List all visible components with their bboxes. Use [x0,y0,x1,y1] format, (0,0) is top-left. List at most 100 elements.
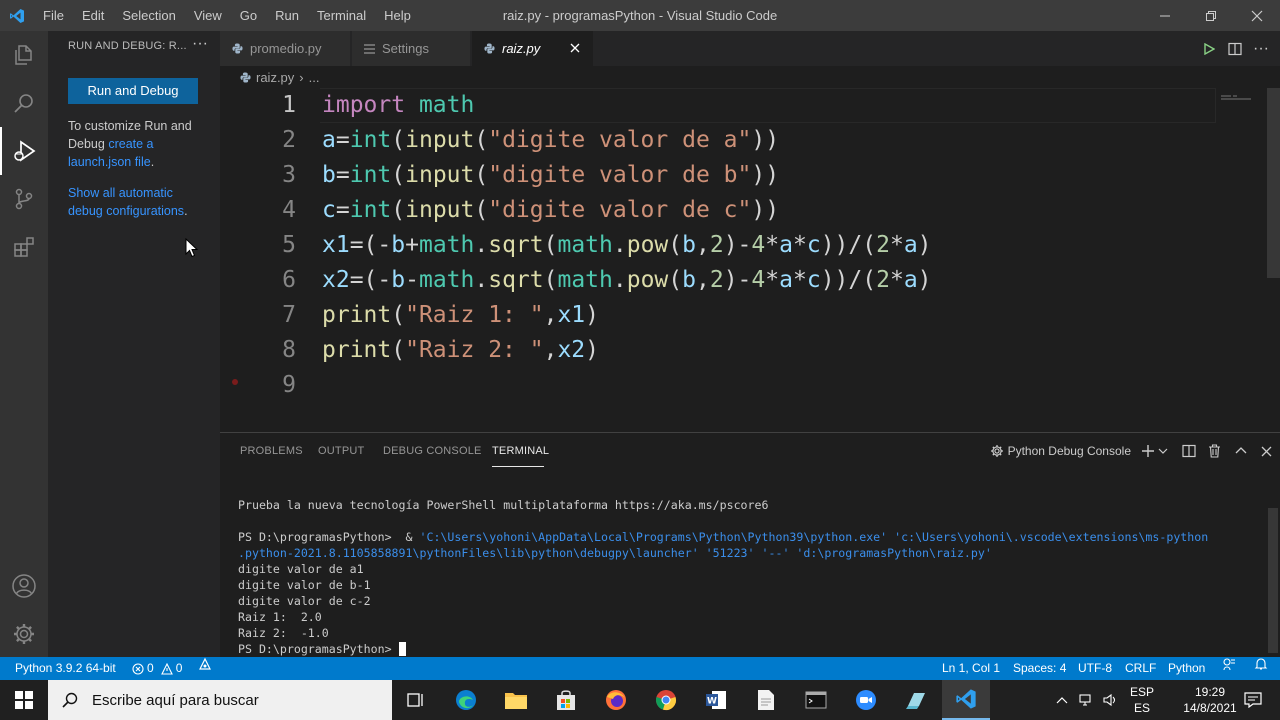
cursor-position[interactable]: Ln 1, Col 1 [942,657,1000,680]
line-number: 8 [282,337,296,363]
menu-edit[interactable]: Edit [73,0,113,31]
chrome-icon[interactable] [642,680,690,720]
menu-selection[interactable]: Selection [113,0,184,31]
split-terminal-icon[interactable] [1182,444,1196,458]
terminal-line: Raiz 1: 2.0 [238,610,322,624]
extensions-icon[interactable] [0,223,48,271]
restore-icon[interactable] [1188,0,1234,31]
vscode-taskbar-icon[interactable] [942,680,990,720]
tab-problems[interactable]: PROBLEMS [240,445,303,457]
search-icon[interactable] [0,79,48,127]
tab-raiz[interactable]: raiz.py [472,31,593,66]
search-icon [62,692,78,708]
document-app-icon[interactable] [742,680,790,720]
terminal-output[interactable]: Prueba la nueva tecnología PowerShell mu… [238,497,1266,657]
edge-browser-icon[interactable] [442,680,490,720]
menu-help[interactable]: Help [375,0,420,31]
chevron-down-icon[interactable] [1158,446,1168,456]
python-interpreter[interactable]: Python 3.9.2 64-bit [15,657,116,680]
tab-promedio[interactable]: promedio.py [220,31,351,66]
breadcrumb-file[interactable]: raiz.py [256,70,294,85]
terminal-prompt: PS D:\programasPython> & [238,530,420,544]
close-window-icon[interactable] [1234,0,1280,31]
menu-run[interactable]: Run [266,0,308,31]
split-editor-icon[interactable] [1222,36,1248,62]
menu-file[interactable]: File [34,0,73,31]
maximize-panel-icon[interactable] [1235,445,1247,457]
tab-raiz-label: raiz.py [502,41,541,56]
network-icon[interactable] [1075,680,1099,720]
word-icon[interactable]: W [692,680,740,720]
title-bar: File Edit Selection View Go Run Terminal… [0,0,1280,31]
line-endings[interactable]: CRLF [1125,657,1156,680]
minimize-icon[interactable] [1142,0,1188,31]
run-file-icon[interactable] [1196,36,1222,62]
more-actions-icon[interactable]: ··· [1248,36,1274,62]
line-code: import math [322,92,475,118]
trash-icon[interactable] [1208,444,1221,458]
warning-icon [160,662,173,675]
tab-debug-console[interactable]: DEBUG CONSOLE [383,445,482,457]
code-line: 6 x2=(-b-math.sqrt(math.pow(b,2)-4*a*c))… [220,263,1260,298]
action-center-icon[interactable] [1235,680,1271,720]
terminal-line: digite valor de c-2 [238,594,371,608]
language-indicator[interactable]: ESP ES [1127,684,1157,716]
code-line: 1 import math [220,88,1260,123]
code-editor[interactable]: 1 import math 2 a=int(input("digite valo… [220,88,1280,432]
line-number: 1 [282,92,296,118]
more-actions-icon[interactable]: ··· [188,34,212,58]
zoom-icon[interactable] [842,680,890,720]
problems-status[interactable]: 0 0 [132,657,182,680]
line-number: 3 [282,162,296,188]
new-terminal-icon[interactable] [1141,444,1155,458]
sidebar-title: RUN AND DEBUG: R... [68,40,187,52]
language-mode[interactable]: Python [1168,657,1205,680]
close-tab-icon[interactable] [570,41,580,56]
terminal-scrollbar[interactable] [1268,508,1278,653]
vscode-logo-icon [0,0,34,31]
task-view-icon[interactable] [392,680,440,720]
close-panel-icon[interactable] [1261,446,1272,457]
line-number: 4 [282,197,296,223]
volume-icon[interactable] [1099,680,1123,720]
show-automatic-configs-link[interactable]: Show all automatic debug configurations [68,186,184,218]
source-control-icon[interactable] [0,175,48,223]
menu-terminal[interactable]: Terminal [308,0,375,31]
menu-go[interactable]: Go [231,0,266,31]
feedback-icon[interactable] [1222,657,1236,671]
line-code: print("Raiz 1: ",x1) [322,302,600,328]
line-number: 6 [282,267,296,293]
windows-start-icon[interactable] [0,680,48,720]
live-share-icon[interactable] [198,657,212,671]
notifications-icon[interactable] [1254,657,1268,671]
firefox-icon[interactable] [592,680,640,720]
tab-output[interactable]: OUTPUT [318,445,364,457]
taskbar-search-box[interactable]: Escribe aquí para buscar [48,680,392,720]
run-and-debug-icon[interactable] [0,127,48,175]
tab-terminal[interactable]: TERMINAL [492,445,549,457]
chevron-up-icon[interactable] [1050,680,1074,720]
store-icon[interactable] [542,680,590,720]
code-line: 7 print("Raiz 1: ",x1) [220,298,1260,333]
activity-bar [0,31,48,657]
indentation[interactable]: Spaces: 4 [1013,657,1066,680]
line-code: c=int(input("digite valor de c")) [322,197,780,223]
line-code: x2=(-b-math.sqrt(math.pow(b,2)-4*a*c))/(… [322,267,932,293]
breadcrumb-more[interactable]: ... [309,70,320,85]
gear-icon[interactable] [0,610,48,658]
file-explorer-icon[interactable] [492,680,540,720]
debug-console-selector[interactable]: Python Debug Console [990,444,1131,458]
explorer-icon[interactable] [0,31,48,79]
run-and-debug-button[interactable]: Run and Debug [68,78,198,104]
encoding[interactable]: UTF-8 [1078,657,1112,680]
account-icon[interactable] [0,562,48,610]
app-icon[interactable] [892,680,940,720]
terminal-command-cont: .python-2021.8.1105858891\pythonFiles\li… [238,546,992,560]
menu-view[interactable]: View [185,0,231,31]
tab-settings[interactable]: Settings [352,31,471,66]
python-file-icon [484,43,495,54]
terminal-cursor [398,642,406,656]
terminal-app-icon[interactable] [792,680,840,720]
editor-scrollbar[interactable] [1267,88,1280,278]
line-code: a=int(input("digite valor de a")) [322,127,780,153]
